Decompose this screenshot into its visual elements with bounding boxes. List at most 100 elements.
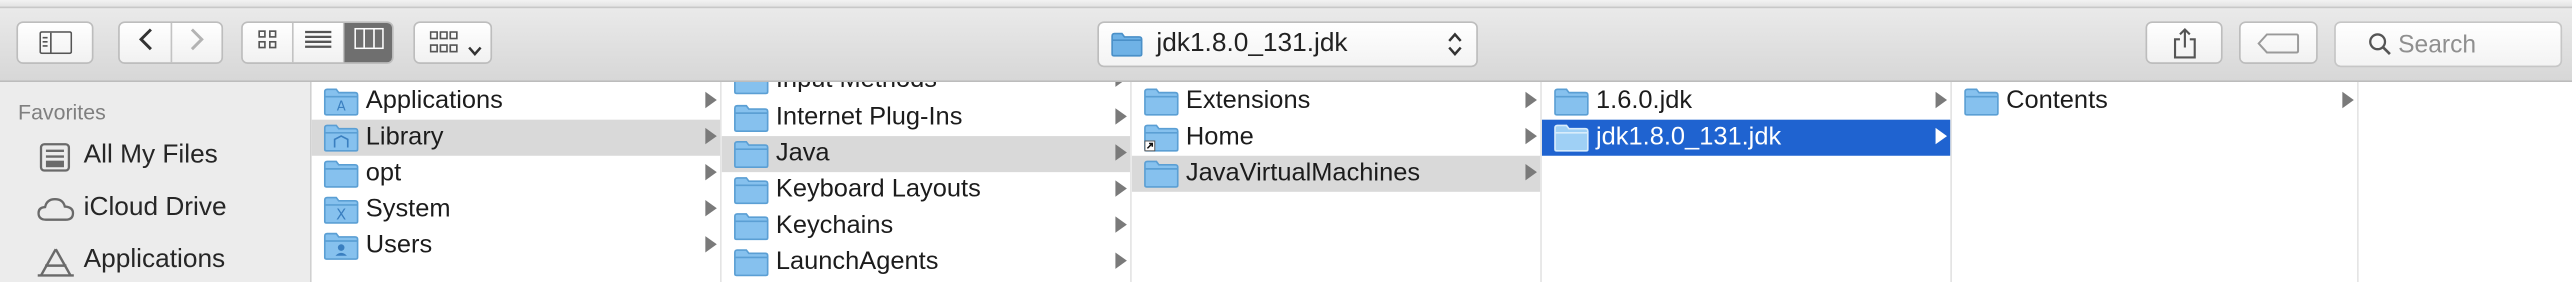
- disclosure-arrow-icon: [1115, 81, 1127, 87]
- library-folder-icon: [323, 123, 359, 153]
- list-item[interactable]: X System: [312, 192, 720, 228]
- folder-icon: [733, 175, 769, 205]
- list-item-label: Home: [1185, 122, 1254, 151]
- updown-arrows-icon: [1447, 31, 1463, 65]
- list-item-label: Java: [775, 139, 830, 168]
- list-item[interactable]: Keychains: [722, 208, 1130, 244]
- list-item[interactable]: Library: [311, 119, 721, 156]
- list-item[interactable]: jdk1.8.0_131.jdk: [1541, 119, 1951, 156]
- list-item[interactable]: Java: [721, 136, 1131, 173]
- folder-icon: [1143, 159, 1179, 189]
- list-item-label: Extensions: [1185, 86, 1311, 115]
- column-1: A Applications Library opt X System User…: [311, 81, 722, 282]
- disclosure-arrow-icon: [1115, 108, 1127, 125]
- cloud-icon: [36, 193, 75, 226]
- applications-folder-icon: A: [323, 87, 359, 117]
- sidebar-heading: Favorites: [18, 100, 106, 125]
- list-item[interactable]: LaunchAgents: [722, 244, 1130, 280]
- disclosure-arrow-icon: [1935, 127, 1948, 145]
- list-item[interactable]: Contents: [1952, 84, 2357, 120]
- list-item-label: System: [365, 195, 451, 223]
- sidebar-icon: [39, 31, 73, 62]
- svg-text:X: X: [336, 207, 346, 224]
- sidebar-item-label: Applications: [83, 245, 226, 274]
- grid-icon: [258, 28, 278, 58]
- column-view-button[interactable]: [342, 22, 393, 63]
- alias-folder-icon: [1143, 123, 1179, 153]
- sidebar: Favorites All My Files iCloud Drive Appl…: [0, 81, 312, 285]
- folder-icon: [733, 248, 769, 278]
- list-item-label: Keyboard Layouts: [775, 175, 981, 204]
- disclosure-arrow-icon: [705, 127, 717, 145]
- chevron-down-icon: [467, 36, 482, 66]
- disclosure-arrow-icon: [1115, 180, 1127, 197]
- folder-icon: [323, 159, 359, 189]
- list-item[interactable]: Users: [312, 228, 720, 264]
- search-icon: [2369, 33, 2392, 56]
- view-mode-control: [241, 21, 394, 64]
- disclosure-arrow-icon: [705, 200, 717, 217]
- empty-column: [2358, 81, 2572, 282]
- share-icon: [2172, 28, 2198, 67]
- window-title: jdk1.8.0_131.jdk: [1156, 29, 1348, 58]
- sidebar-item-icloud-drive[interactable]: iCloud Drive: [0, 187, 310, 233]
- list-item[interactable]: Input Methods: [722, 81, 1130, 98]
- column-5: Contents: [1951, 81, 2359, 282]
- chevron-right-icon: [189, 27, 205, 58]
- folder-icon: [733, 103, 769, 133]
- svg-text:A: A: [337, 100, 346, 115]
- share-button[interactable]: [2145, 21, 2223, 67]
- folder-icon: [1553, 87, 1589, 117]
- folder-icon: [1110, 31, 1143, 57]
- list-item[interactable]: Extensions: [1132, 84, 1540, 120]
- sidebar-item-all-my-files[interactable]: All My Files: [0, 134, 310, 180]
- list-item-label: LaunchAgents: [775, 247, 939, 276]
- list-item[interactable]: Keyboard Layouts: [722, 172, 1130, 208]
- nav-buttons: [118, 21, 224, 64]
- list-item-label: Contents: [2006, 86, 2108, 115]
- list-item[interactable]: JavaVirtualMachines: [1131, 155, 1541, 192]
- list-item-label: 1.6.0.jdk: [1596, 86, 1693, 115]
- users-folder-icon: [323, 231, 359, 261]
- applications-icon: [36, 246, 75, 279]
- list-item-label: JavaVirtualMachines: [1185, 159, 1421, 187]
- list-item[interactable]: Internet Plug-Ins: [722, 100, 1130, 136]
- search-placeholder: Search: [2398, 30, 2477, 59]
- disclosure-arrow-icon: [2342, 91, 2354, 109]
- disclosure-arrow-icon: [1525, 163, 1537, 181]
- list-view-button[interactable]: [291, 22, 343, 63]
- list-item-label: opt: [365, 159, 402, 187]
- list-item[interactable]: opt: [312, 156, 720, 192]
- sidebar-toggle-button[interactable]: [16, 21, 94, 64]
- disclosure-arrow-icon: [1115, 216, 1127, 233]
- folder-icon: [1963, 87, 1999, 117]
- arrange-icon: [429, 31, 460, 62]
- disclosure-arrow-icon: [1935, 91, 1948, 109]
- list-item-label: Applications: [365, 86, 503, 115]
- disclosure-arrow-icon: [1115, 252, 1127, 269]
- chevron-left-icon: [137, 27, 153, 58]
- folder-icon: [1553, 123, 1589, 153]
- folder-icon: [733, 211, 769, 241]
- list-icon: [303, 28, 333, 58]
- list-item[interactable]: A Applications: [312, 84, 720, 120]
- list-item-label: jdk1.8.0_131.jdk: [1596, 122, 1782, 151]
- column-3: Extensions Home JavaVirtualMachines: [1131, 81, 1542, 282]
- folder-icon: [733, 139, 769, 169]
- tag-icon: [2257, 33, 2300, 63]
- icon-view-button[interactable]: [243, 23, 292, 62]
- disclosure-arrow-icon: [705, 236, 717, 253]
- back-button[interactable]: [120, 23, 171, 62]
- path-popup-button[interactable]: jdk1.8.0_131.jdk: [1097, 21, 1478, 68]
- list-item[interactable]: Home: [1132, 120, 1540, 156]
- window-title-strip: [0, 0, 2572, 9]
- tag-button[interactable]: [2239, 21, 2318, 64]
- list-item-label: Library: [365, 122, 444, 151]
- forward-button[interactable]: [170, 22, 222, 63]
- columns-icon: [353, 27, 384, 58]
- arrange-button[interactable]: [413, 21, 493, 66]
- sidebar-item-applications[interactable]: Applications: [0, 239, 310, 285]
- search-field[interactable]: Search: [2334, 21, 2563, 68]
- column-2: Input Methods Internet Plug-Ins Java Key…: [721, 81, 1132, 282]
- list-item[interactable]: 1.6.0.jdk: [1542, 84, 1950, 120]
